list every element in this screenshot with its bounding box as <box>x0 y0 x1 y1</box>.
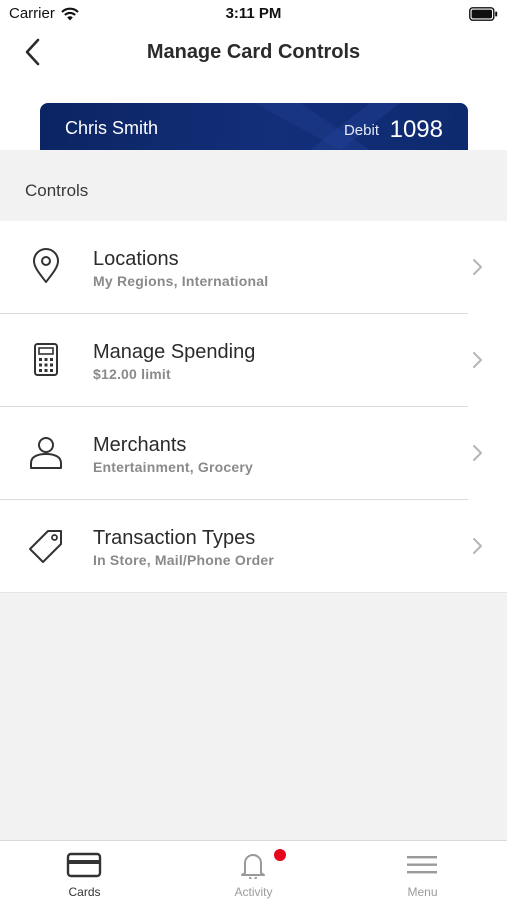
tab-label: Menu <box>407 885 438 899</box>
control-title: Transaction Types <box>93 527 256 549</box>
hamburger-icon <box>407 856 437 874</box>
person-icon <box>30 437 62 469</box>
tab-menu[interactable]: Menu <box>338 841 507 900</box>
row-divider <box>0 592 507 593</box>
control-row-locations[interactable]: Locations My Regions, International <box>0 221 507 314</box>
tag-icon <box>29 530 62 563</box>
control-row-manage-spending[interactable]: Manage Spending $12.00 limit <box>0 314 507 407</box>
controls-list: Locations My Regions, International Mana… <box>0 221 507 593</box>
control-title: Merchants <box>93 434 187 456</box>
tab-cards[interactable]: Cards <box>0 841 169 900</box>
card-type-label: Debit <box>343 122 379 139</box>
chevron-right-icon <box>473 538 482 554</box>
tab-label: Cards <box>68 885 101 899</box>
control-title: Locations <box>93 248 179 270</box>
card-icon <box>66 852 102 878</box>
control-subtitle: In Store, Mail/Phone Order <box>93 552 275 568</box>
card-holder-name: Chris Smith <box>65 118 159 138</box>
status-bar: Carrier 3:11 PM <box>0 0 507 28</box>
control-subtitle: $12.00 limit <box>93 366 171 382</box>
status-time: 3:11 PM <box>225 5 282 22</box>
chevron-right-icon <box>473 445 482 461</box>
calculator-icon <box>34 343 58 376</box>
section-title: Controls <box>25 181 89 200</box>
control-subtitle: Entertainment, Grocery <box>93 459 253 475</box>
chevron-right-icon <box>473 259 482 275</box>
control-subtitle: My Regions, International <box>93 273 269 289</box>
control-row-merchants[interactable]: Merchants Entertainment, Grocery <box>0 407 507 500</box>
notification-badge <box>274 849 286 861</box>
control-title: Manage Spending <box>93 341 256 363</box>
tab-bar: Cards Activity Menu <box>0 840 507 900</box>
section-header: Controls <box>0 150 507 222</box>
page-title: Manage Card Controls <box>146 41 361 63</box>
card-banner[interactable]: Chris Smith Debit 1098 <box>40 103 468 150</box>
tab-activity[interactable]: Activity <box>169 841 338 900</box>
header-area: Carrier 3:11 PM Manage Card Controls Chr… <box>0 0 507 150</box>
chevron-right-icon <box>473 352 482 368</box>
bell-icon <box>241 854 265 879</box>
location-pin-icon <box>33 248 59 283</box>
control-row-transaction-types[interactable]: Transaction Types In Store, Mail/Phone O… <box>0 500 507 593</box>
navigation-bar: Manage Card Controls <box>0 30 507 74</box>
battery-icon <box>469 7 498 21</box>
card-last-digits: 1098 <box>389 116 443 143</box>
tab-label: Activity <box>234 885 273 899</box>
